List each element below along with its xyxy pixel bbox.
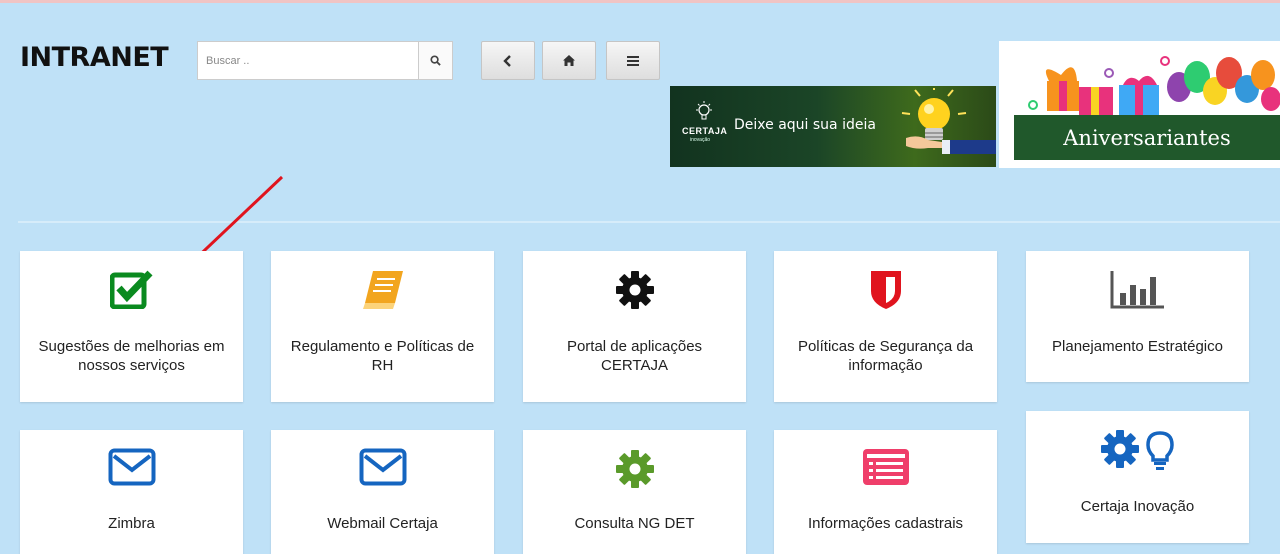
gear-icon (615, 450, 654, 488)
home-button[interactable] (542, 41, 596, 80)
checkbox-icon (109, 270, 153, 309)
tile-label: Portal de aplicações CERTAJA (566, 338, 703, 374)
certaja-logo-text: CERTAJA (682, 126, 728, 136)
home-icon (563, 55, 575, 66)
chevron-left-icon (503, 54, 511, 67)
tile-webmail[interactable]: Webmail Certaja (271, 430, 494, 554)
idea-banner-text: Deixe aqui sua ideia (734, 117, 876, 133)
bar-chart-icon (1110, 271, 1164, 309)
book-icon (362, 271, 403, 309)
balloons-gifts-icon (1028, 56, 1280, 115)
certaja-logo-subtitle: inovação (690, 137, 711, 143)
tile-informacoes[interactable]: Informações cadastrais (774, 430, 997, 554)
shield-icon (870, 271, 901, 309)
search-bar (197, 41, 453, 80)
tile-consulta[interactable]: Consulta NG DET (523, 430, 746, 554)
tile-label: Planejamento Estratégico (1052, 338, 1223, 355)
gear-lightbulb-icon (1100, 430, 1174, 470)
top-border (0, 0, 1280, 3)
hand-lightbulb-icon (901, 88, 996, 154)
tile-label: Webmail Certaja (327, 515, 438, 532)
gear-icon (615, 271, 654, 309)
tile-label: Certaja Inovação (1080, 498, 1195, 515)
back-button[interactable] (481, 41, 535, 80)
tile-sugestoes[interactable]: Sugestões de melhorias em nossos serviço… (20, 251, 243, 402)
tile-planejamento[interactable]: Planejamento Estratégico (1026, 251, 1249, 382)
tile-label: Consulta NG DET (574, 515, 695, 532)
list-card-icon (862, 449, 909, 485)
birthday-banner-text: Aniversariantes (1063, 125, 1231, 150)
search-input[interactable] (197, 41, 418, 80)
tile-seguranca[interactable]: Políticas de Segurança da informação (774, 251, 997, 402)
tile-zimbra[interactable]: Zimbra (20, 430, 243, 554)
hamburger-menu-icon (627, 55, 639, 66)
lightbulb-logo-icon (696, 101, 712, 120)
tile-label: Informações cadastrais (807, 515, 964, 532)
tile-regulamento[interactable]: Regulamento e Políticas de RH (271, 251, 494, 402)
tile-label: Sugestões de melhorias em nossos serviço… (38, 338, 225, 374)
envelope-icon (108, 448, 155, 486)
site-title: INTRANET (20, 42, 169, 73)
section-divider (18, 221, 1280, 223)
search-icon (430, 55, 441, 66)
tile-portal[interactable]: Portal de aplicações CERTAJA (523, 251, 746, 402)
tile-label: Políticas de Segurança da informação (797, 338, 974, 374)
envelope-icon (359, 448, 406, 486)
idea-banner[interactable]: CERTAJA inovação Deixe aqui sua ideia (670, 86, 996, 167)
tile-inovacao[interactable]: Certaja Inovação (1026, 411, 1249, 543)
birthday-banner-bar: Aniversariantes (1014, 115, 1280, 160)
birthday-banner[interactable]: Aniversariantes (999, 41, 1280, 168)
tile-label: Regulamento e Políticas de RH (290, 338, 475, 374)
tile-label: Zimbra (108, 515, 155, 532)
menu-button[interactable] (606, 41, 660, 80)
search-button[interactable] (418, 41, 453, 80)
